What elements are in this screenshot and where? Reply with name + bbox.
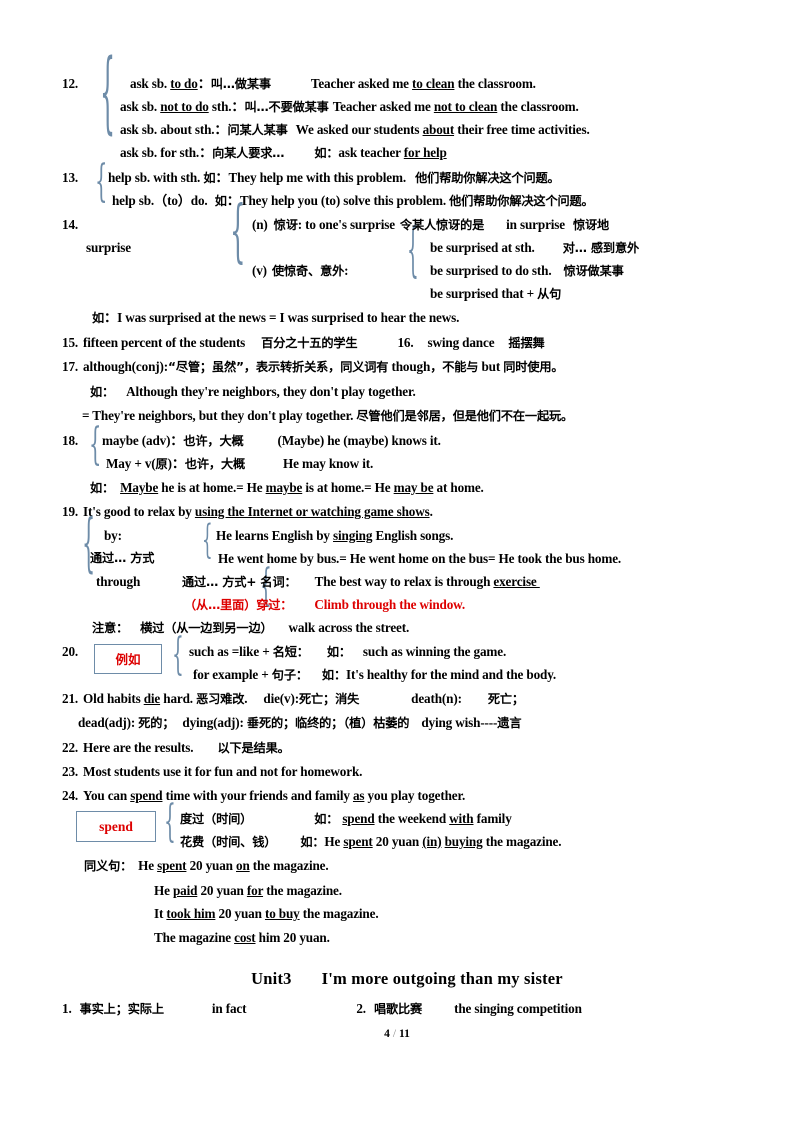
unit-heading-title: I'm more outgoing than my sister xyxy=(321,969,563,988)
brace-icon: { xyxy=(89,419,102,471)
entry-19-by-cn: 通过… 方式 xyxy=(90,550,155,565)
entry-12-number: 12. xyxy=(62,76,79,91)
entry-24-synonym-3: It took him 20 yuan to buy the magazine. xyxy=(154,906,379,921)
entry-21-line-2: dead(adj): 死的； dying(adj): 垂死的；临终的；（植）枯萎的… xyxy=(78,715,522,730)
entry-23-number: 23. xyxy=(62,764,79,779)
entry-15-number: 15. xyxy=(62,334,79,350)
entry-19-by-example-1: He learns English by singing English son… xyxy=(216,527,454,543)
unit-heading: Unit3 I'm more outgoing than my sister xyxy=(62,965,752,993)
entry-17-example-2: = They're neighbors, but they don't play… xyxy=(82,408,574,423)
entry-14-example: 如：I was surprised at the news = I was su… xyxy=(92,310,460,325)
entry-14-verb-item-3: be surprised that + 从句 xyxy=(430,286,562,301)
entry-17-definition: 17. although(conj):“尽管；虽然”，表示转折关系，同义词有 th… xyxy=(62,359,564,374)
entry-24-detail: spend { 度过（时间） 如： spend the weekend with f… xyxy=(62,801,752,854)
entry-19-by-label: by: xyxy=(104,527,122,543)
entry-24-sense-2: 花费（时间、钱） 如：He spent 20 yuan (in) buying t… xyxy=(180,834,562,849)
entry-24-synonym-2: He paid 20 yuan for the magazine. xyxy=(154,882,342,898)
example-label-box: 例如 xyxy=(94,643,162,674)
page-number-total: 11 xyxy=(399,1028,410,1040)
entry-15-text: fifteen percent of the students xyxy=(83,334,246,350)
entry-14-verb-item-2: be surprised to do sth. 惊讶做某事 xyxy=(430,263,624,278)
spend-label-text: spend xyxy=(99,818,133,834)
entry-14-verb-label: (v) 使惊奇、意外: xyxy=(252,263,349,278)
entry-14-noun-line: (n) 惊讶: to one's surprise 令某人惊讶的是 in surpri… xyxy=(252,217,610,232)
entry-22: 22. Here are the results. 以下是结果。 xyxy=(62,739,290,755)
brace-icon: { xyxy=(164,796,176,848)
entry-16-number: 16. xyxy=(397,334,414,350)
entry-14-headword: surprise xyxy=(86,240,131,255)
entry-20: 20. 例如 { such as =like + 名短： 如： such as wi… xyxy=(62,633,752,687)
entry-13-number: 13. xyxy=(62,170,79,185)
spend-label-box: spend xyxy=(76,811,156,842)
entry-21-number: 21. xyxy=(62,690,79,706)
unit-item-1-cn: 事实上；实际上 xyxy=(79,1002,164,1016)
entry-24-main: 24. You can spend time with your friends … xyxy=(62,787,466,803)
entry-24-number: 24. xyxy=(62,787,79,803)
unit-heading-unit: Unit3 xyxy=(251,969,292,988)
entry-24-sense-1: 度过（时间） 如： spend the weekend with family xyxy=(180,811,512,826)
unit-item-2-en: the singing competition xyxy=(454,1001,582,1016)
entry-23: 23. Most students use it for fun and not … xyxy=(62,760,752,784)
unit-item-2-number: 2. xyxy=(356,1001,366,1016)
unit-items-row: 1. 事实上；实际上 in fact 2. 唱歌比赛 the singing compet… xyxy=(62,997,752,1022)
entry-19-through-label: through xyxy=(96,573,141,589)
entry-19-through-line-2: （从…里面）穿过： Climb through the window. xyxy=(184,596,465,612)
unit-item-1-en: in fact xyxy=(211,1001,247,1016)
entry-18: { 18. maybe (adv)：也许，大概 (Maybe) he (maybe… xyxy=(62,423,752,476)
entry-15-16: 15. fifteen percent of the students 百分之十五的… xyxy=(62,331,752,356)
entry-21-line-1: 21. Old habits die hard. 恶习难改. die(v):死亡；消… xyxy=(62,690,524,706)
entry-19-main: 19. It's good to relax by using the Inter… xyxy=(62,504,433,519)
entry-14-verb-item-1: be surprised at sth. 对… 感到意外 xyxy=(430,240,640,255)
entry-19-through-line-1: 通过… 方式+ 名词： The best way to relax is thro… xyxy=(182,573,540,589)
entry-12-line-4: ask sb. for sth.：向某人要求… 如：ask teacher for… xyxy=(120,145,447,160)
page-content: { 12. ask sb. to do：叫…做某事 Teacher asked m… xyxy=(62,48,752,1022)
entry-23-text: Most students use it for fun and not for… xyxy=(83,764,363,779)
entry-13: { 13. help sb. with sth. 如：They help me … xyxy=(62,161,752,213)
page-number-separator: / xyxy=(392,1028,397,1040)
entry-16-cn: 摇摆舞 xyxy=(508,335,545,350)
entry-12: { 12. ask sb. to do：叫…做某事 Teacher asked m… xyxy=(62,48,752,166)
entry-19-note: 注意： 横过（从一边到另一边） walk across the street. xyxy=(92,619,410,635)
entry-19-by-example-2: He went home by bus.= He went home on th… xyxy=(218,550,622,566)
entry-15-cn: 百分之十五的学生 xyxy=(261,335,358,350)
entry-12-line-1: ask sb. to do：叫…做某事 Teacher asked me to c… xyxy=(130,76,536,91)
entry-20-number: 20. xyxy=(62,643,79,659)
entry-18-number: 18. xyxy=(62,432,79,448)
document-page: { 12. ask sb. to do：叫…做某事 Teacher asked m… xyxy=(0,0,794,1123)
entry-18-example: 如： Maybe he is at home.= He maybe is at h… xyxy=(90,479,484,495)
entry-19-detail: { { { by: 通过… 方式 through He learns Engli… xyxy=(62,510,752,640)
entry-20-line-2: for example + 句子： 如：It's healthy for the … xyxy=(193,666,557,682)
unit-item-1-number: 1. xyxy=(62,1001,72,1016)
entry-18-line-1: maybe (adv)：也许，大概 (Maybe) he (maybe) know… xyxy=(102,432,441,448)
entry-19-number: 19. xyxy=(62,504,79,519)
brace-icon: { xyxy=(95,156,108,208)
entry-14-number: 14. xyxy=(62,217,79,232)
page-number-current: 4 xyxy=(384,1028,390,1040)
example-label-text: 例如 xyxy=(115,652,141,667)
brace-icon: { xyxy=(100,40,116,146)
unit-item-2-cn: 唱歌比赛 xyxy=(373,1002,423,1016)
entry-24-synonym-label-line: 同义句： He spent 20 yuan on the magazine. xyxy=(84,858,329,873)
brace-icon: { xyxy=(202,515,213,562)
entry-18-line-2: May + v(原)：也许，大概 He may know it. xyxy=(106,455,374,471)
entry-12-line-3: ask sb. about sth.：问某人某事 We asked our stu… xyxy=(120,122,590,137)
brace-icon: { xyxy=(172,629,184,681)
entry-17-example-1: 如： Although they're neighbors, they don't… xyxy=(90,383,416,399)
entry-13-line-2: help sb.（to）do. 如：They help you (to) sol… xyxy=(112,193,594,208)
entry-22-number: 22. xyxy=(62,739,79,755)
entry-13-line-1: help sb. with sth. 如：They help me with t… xyxy=(108,170,560,185)
page-footer: 4/11 xyxy=(0,1028,794,1040)
entry-17-number: 17. xyxy=(62,359,79,374)
entry-14: { { 14. surprise (n) 惊讶: to one's surpris… xyxy=(62,198,752,306)
entry-12-line-2: ask sb. not to do sth.：叫…不要做某事 Teacher as… xyxy=(120,99,579,114)
entry-16-text: swing dance xyxy=(427,334,495,350)
entry-24-synonym-4: The magazine cost him 20 yuan. xyxy=(154,929,330,945)
entry-20-line-1: such as =like + 名短： 如： such as winning the… xyxy=(189,643,507,659)
